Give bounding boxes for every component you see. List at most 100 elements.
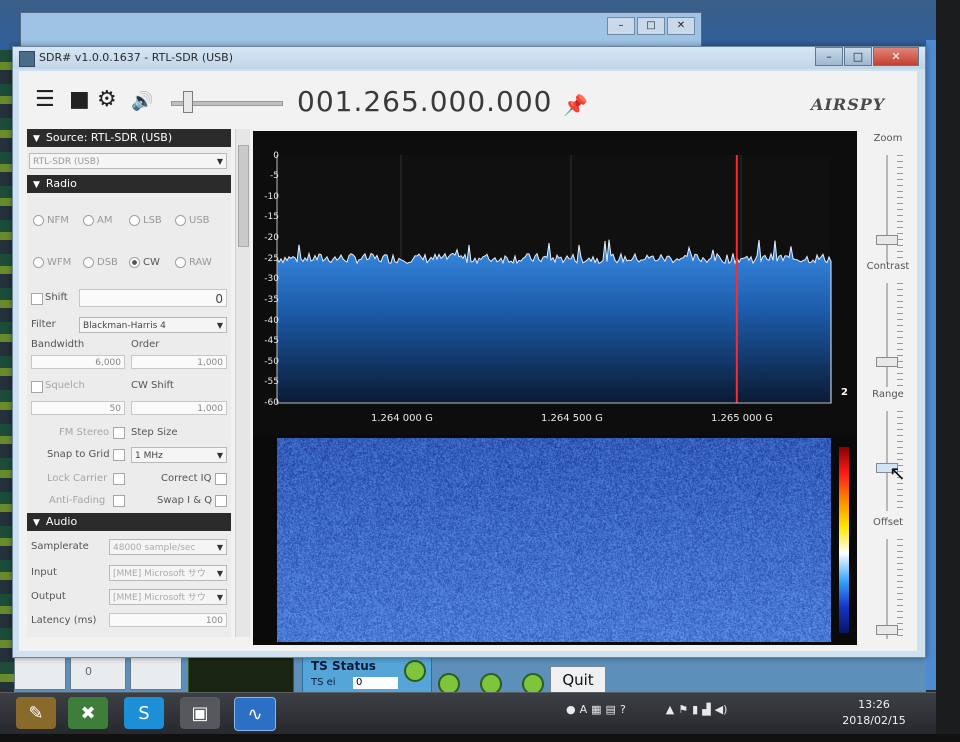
network-icon[interactable]: ▟ xyxy=(702,703,710,716)
clock-date: 2018/02/15 xyxy=(842,714,906,727)
step-size-select[interactable]: 1 MHz ▼ xyxy=(131,447,227,463)
zoom-slider-track[interactable] xyxy=(886,155,888,263)
quit-button[interactable]: Quit xyxy=(550,666,606,694)
mode-radio-raw[interactable]: RAW xyxy=(175,257,212,268)
mode-radio-cw[interactable]: CW xyxy=(129,257,160,268)
frequency-display[interactable]: 001.265.000.000 xyxy=(297,85,552,118)
gear-icon[interactable]: ⚙ xyxy=(97,89,117,111)
tray-icon[interactable]: ▤ xyxy=(606,703,616,716)
offset-slider-track[interactable] xyxy=(886,539,888,639)
bg-minimize-button[interactable]: – xyxy=(607,17,635,35)
audio-header[interactable]: ▼ Audio xyxy=(27,513,231,531)
mode-radio-lsb[interactable]: LSB xyxy=(129,215,162,226)
volume-icon[interactable]: ◀) xyxy=(715,703,728,716)
y-tick-label: -10 xyxy=(264,192,279,202)
bg-counter-cell: 0 xyxy=(70,656,126,690)
output-value: [MME] Microsoft サウ xyxy=(113,593,206,603)
samplerate-select[interactable]: 48000 sample/sec ▼ xyxy=(109,539,227,555)
offset-slider-thumb[interactable] xyxy=(876,625,898,635)
shift-input[interactable]: 0 xyxy=(79,289,227,307)
chevron-down-icon: ▼ xyxy=(216,321,223,330)
contrast-slider-track[interactable] xyxy=(886,283,888,387)
window-client: ☰ ■ ⚙ 🔊 001.265.000.000 📌 AIRSPY ▼ Source… xyxy=(19,71,917,651)
background-green-display xyxy=(188,656,294,694)
radio-header[interactable]: ▼ Radio xyxy=(27,175,231,193)
waterfall-canvas xyxy=(277,438,831,642)
snap-to-grid-checkbox[interactable] xyxy=(113,449,125,461)
title-bar[interactable]: SDR# v1.0.0.1637 - RTL-SDR (USB) – □ ✕ xyxy=(13,47,925,69)
shift-checkbox[interactable] xyxy=(31,293,43,305)
bg-close-button[interactable]: ✕ xyxy=(667,17,695,35)
close-button[interactable]: ✕ xyxy=(873,47,919,66)
squelch-input[interactable]: 50 xyxy=(31,401,125,415)
output-select[interactable]: [MME] Microsoft サウ ▼ xyxy=(109,589,227,605)
contrast-slider-thumb[interactable] xyxy=(876,357,898,367)
bg-maximize-button[interactable]: □ xyxy=(637,17,665,35)
taskbar-clock[interactable]: 13:26 2018/02/15 xyxy=(834,697,914,729)
chevron-down-icon: ▼ xyxy=(216,543,223,552)
sdr-taskbar-icon[interactable]: ∿ xyxy=(234,697,276,731)
menu-hamburger-icon[interactable]: ☰ xyxy=(35,89,55,111)
ts-label: TS ei xyxy=(311,677,336,688)
control-panel-scrollbar[interactable] xyxy=(235,129,250,637)
zoom-slider-thumb[interactable] xyxy=(876,235,898,245)
mode-radio-wfm[interactable]: WFM xyxy=(33,257,71,268)
mode-radio-usb[interactable]: USB xyxy=(175,215,210,226)
latency-label: Latency (ms) xyxy=(31,615,97,626)
mode-radio-nfm[interactable]: NFM xyxy=(33,215,69,226)
radio-circle-icon xyxy=(129,257,140,268)
stop-icon[interactable]: ■ xyxy=(69,89,90,111)
lock-carrier-label: Lock Carrier xyxy=(47,473,108,484)
help-icon[interactable]: ? xyxy=(620,703,626,716)
battery-icon[interactable]: ▮ xyxy=(692,703,698,716)
correct-iq-checkbox[interactable] xyxy=(215,473,227,485)
radio-circle-icon xyxy=(175,257,186,268)
waterfall-gradient-legend xyxy=(839,447,849,633)
cw-shift-label: CW Shift xyxy=(131,380,174,391)
speaker-icon[interactable]: 🔊 xyxy=(131,91,153,113)
mode-radio-dsb[interactable]: DSB xyxy=(83,257,118,268)
range-slider-track[interactable] xyxy=(886,411,888,511)
ime-icon[interactable]: A xyxy=(580,703,588,716)
show-hidden-icons-icon[interactable]: ▲ xyxy=(666,703,674,716)
tools-app-icon[interactable]: ✖ xyxy=(68,697,108,729)
filter-select[interactable]: Blackman-Harris 4 ▼ xyxy=(79,317,227,333)
clock-time: 13:26 xyxy=(858,698,890,711)
video-app-icon[interactable]: ▣ xyxy=(180,697,220,729)
tray-app-icon[interactable]: ● xyxy=(566,703,576,716)
spectrum-analyzer[interactable]: 0 -5 -10 -15 -20 -25 -30 -35 -40 -45 -50… xyxy=(253,131,857,435)
step-size-label: Step Size xyxy=(131,427,178,438)
x-tick-label: 1.264 500 G xyxy=(541,413,603,424)
x-tick-label: 1.264 000 G xyxy=(371,413,433,424)
taskbar: ✎ ✖ S ▣ ∿ ● A ▦ ▤ ? ▲ ⚑ ▮ ▟ ◀) 13:26 201… xyxy=(0,692,936,735)
waterfall-display[interactable] xyxy=(253,435,857,645)
source-header-label: Source: RTL-SDR (USB) xyxy=(45,131,173,144)
radio-circle-icon xyxy=(83,257,94,268)
scrollbar-thumb[interactable] xyxy=(238,145,249,247)
fm-stereo-checkbox[interactable] xyxy=(113,427,125,439)
tray-icon[interactable]: ▦ xyxy=(591,703,601,716)
volume-slider-thumb[interactable] xyxy=(183,91,193,113)
flag-icon[interactable]: ⚑ xyxy=(678,703,688,716)
lock-carrier-checkbox[interactable] xyxy=(113,473,125,485)
squelch-checkbox[interactable] xyxy=(31,381,43,393)
source-device-select[interactable]: RTL-SDR (USB) ▼ xyxy=(29,153,227,169)
source-header[interactable]: ▼ Source: RTL-SDR (USB) xyxy=(27,129,231,147)
mode-radio-am[interactable]: AM xyxy=(83,215,112,226)
pen-app-icon[interactable]: ✎ xyxy=(16,697,56,729)
order-input[interactable]: 1,000 xyxy=(131,355,227,369)
input-select[interactable]: [MME] Microsoft サウ ▼ xyxy=(109,565,227,581)
anti-fading-checkbox[interactable] xyxy=(113,495,125,507)
bg-counter: 0 xyxy=(85,665,92,678)
minimize-button[interactable]: – xyxy=(815,47,843,66)
skype-icon[interactable]: S xyxy=(124,697,164,729)
bandwidth-input[interactable]: 6,000 xyxy=(31,355,125,369)
radio-circle-icon xyxy=(33,257,44,268)
latency-input[interactable]: 100 xyxy=(109,613,227,627)
mode-label: WFM xyxy=(47,257,72,268)
cw-shift-input[interactable]: 1,000 xyxy=(131,401,227,415)
ts-value[interactable]: 0 xyxy=(353,677,398,689)
swap-iq-checkbox[interactable] xyxy=(215,495,227,507)
maximize-button[interactable]: □ xyxy=(844,47,872,66)
pin-icon[interactable]: 📌 xyxy=(563,93,588,117)
